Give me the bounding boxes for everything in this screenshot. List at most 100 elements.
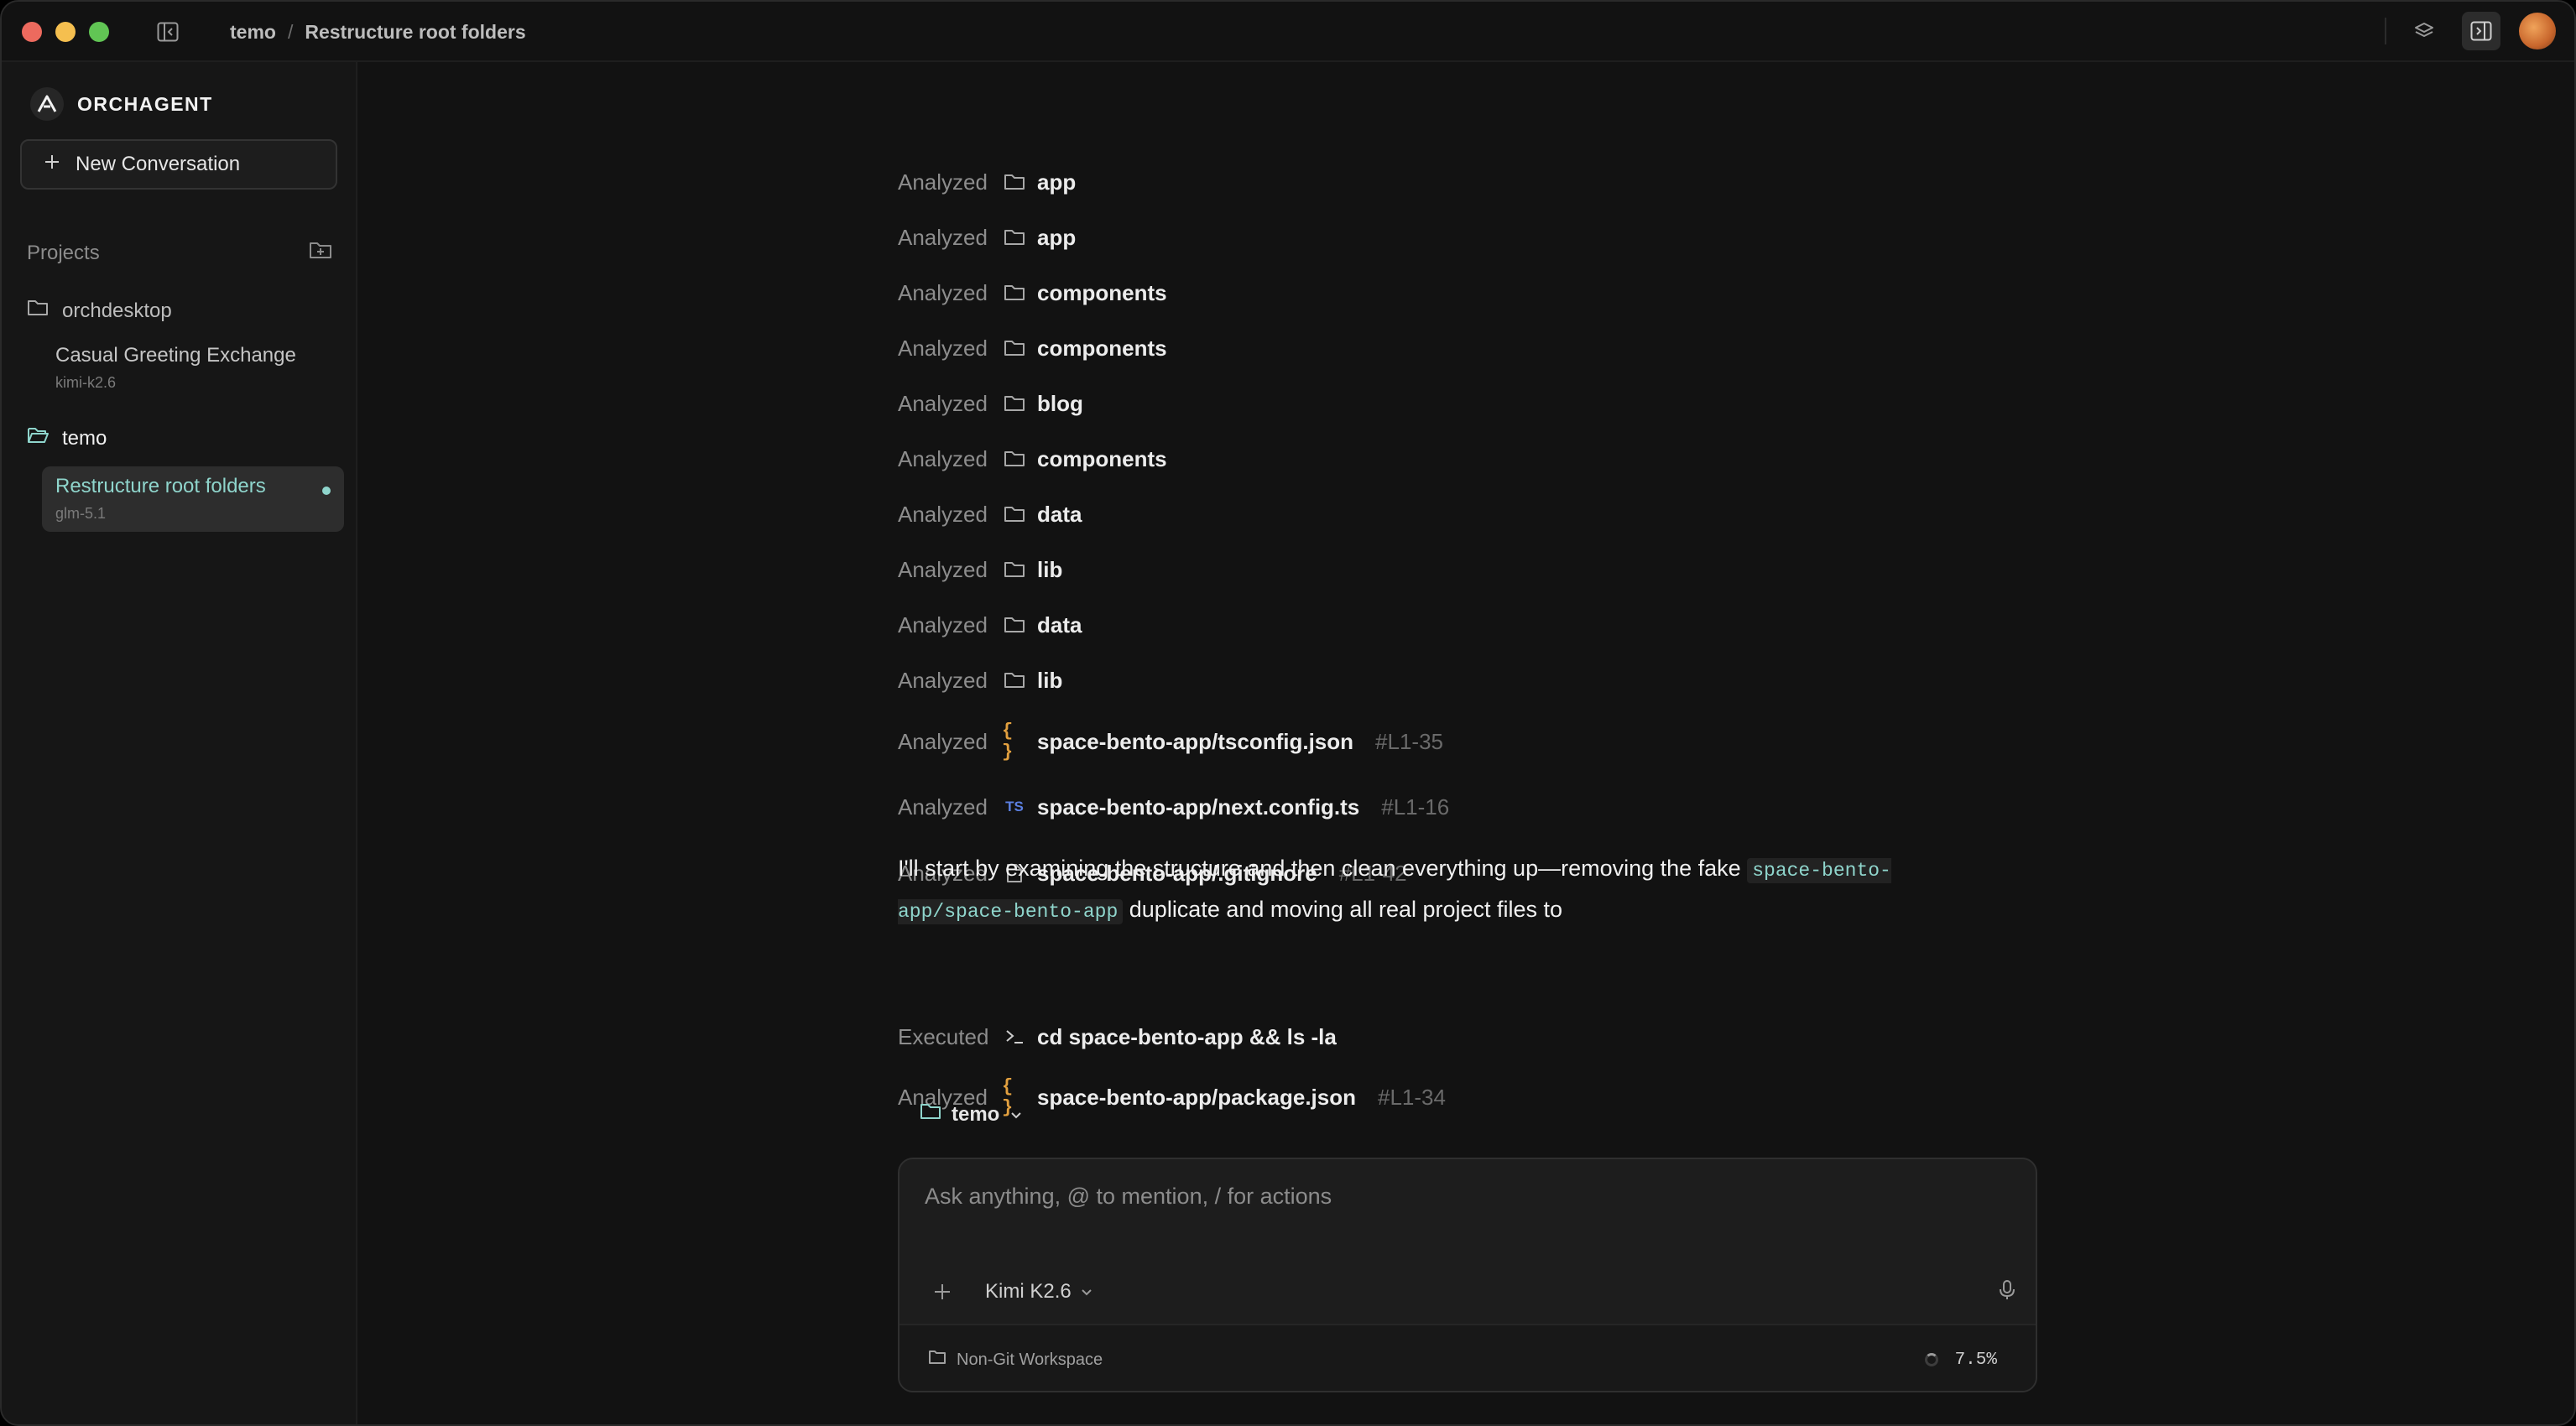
close-window-button[interactable] [22,22,42,42]
conversation-item[interactable]: Casual Greeting Exchange kimi-k2.6 [42,336,344,392]
folder-icon [1002,284,1027,302]
context-ring-icon [1924,1353,1938,1366]
activity-verb: Analyzed [898,612,988,638]
folder-icon [1002,339,1027,357]
context-usage-value: 7.5% [1954,1350,1997,1370]
project-orchdesktop[interactable]: orchdesktop [27,299,172,323]
divider [2385,18,2386,44]
activity-verb: Analyzed [898,390,988,416]
activity-row: Analyzed { } space-bento-app/tsconfig.json… [898,721,1443,762]
model-selector[interactable]: Kimi K2.6 [985,1280,1093,1304]
folder-icon [1002,560,1027,579]
activity-row: Analyzed components [898,334,1167,362]
activity-target[interactable]: cd space-bento-app && ls -la [1037,1024,1337,1050]
composer-footer: Non-Git Workspace 7.5% [900,1324,2036,1391]
workspace-folder-selector[interactable]: temo [920,1102,1023,1127]
line-range: #L1-16 [1381,794,1450,820]
sidebar: ORCHAGENT New Conversation Projects orch… [2,62,357,1424]
activity-row: Analyzed lib [898,666,1062,695]
activity-target[interactable]: lib [1037,557,1062,583]
message-input[interactable] [925,1176,1932,1216]
activity-row: Analyzed blog [898,389,1083,418]
activity-row: Analyzed components [898,278,1167,307]
attach-plus-icon[interactable] [933,1277,967,1308]
maximize-window-button[interactable] [89,22,109,42]
breadcrumb-separator: / [287,20,294,43]
folder-icon [27,299,49,323]
folder-icon [1002,671,1027,690]
line-range: #L1-34 [1377,1084,1446,1110]
activity-target[interactable]: lib [1037,668,1062,694]
title-bar: temo / Restructure root folders [2,2,2574,62]
typescript-icon: TS [1005,799,1024,814]
running-indicator [322,487,331,495]
activity-verb: Analyzed [898,169,988,195]
folder-icon [920,1102,941,1127]
project-name: temo [62,426,107,450]
terminal-icon [1002,1028,1027,1046]
activity-target[interactable]: components [1037,446,1167,472]
activity-target[interactable]: space-bento-app/next.config.ts [1037,794,1359,820]
activity-verb: Analyzed [898,667,988,693]
activity-row: Analyzed app [898,168,1076,196]
avatar[interactable] [2519,13,2556,49]
activity-row: Executed cd space-bento-app && ls -la [898,1023,1337,1051]
activity-verb: Analyzed [898,279,988,305]
brand: ORCHAGENT [30,87,213,121]
activity-target[interactable]: app [1037,169,1076,195]
project-temo[interactable]: temo [27,426,107,450]
conversation-item-active[interactable]: Restructure root folders glm-5.1 [42,466,344,532]
folder-icon [1002,394,1027,413]
activity-row: Analyzed data [898,611,1082,639]
model-name: Kimi K2.6 [985,1280,1072,1303]
activity-target[interactable]: components [1037,336,1167,362]
activity-verb: Analyzed [898,224,988,250]
activity-row: Analyzed lib [898,555,1062,584]
microphone-icon[interactable] [1999,1279,2015,1305]
plus-icon [44,153,60,176]
activity-target[interactable]: space-bento-app/package.json [1037,1085,1356,1111]
activity-verb: Analyzed [898,445,988,471]
activity-verb: Analyzed [898,556,988,582]
activity-target[interactable]: data [1037,502,1082,528]
json-icon: { } [1002,721,1014,762]
line-range: #L1-35 [1375,728,1443,754]
conversation-title: Casual Greeting Exchange [55,344,296,367]
app-window: temo / Restructure root folders ORCHAGEN… [0,0,2576,1426]
activity-verb: Analyzed [898,794,988,820]
title-bar-actions [2385,12,2556,50]
activity-target[interactable]: blog [1037,391,1083,417]
minimize-window-button[interactable] [55,22,76,42]
right-panel-toggle-icon[interactable] [2462,12,2500,50]
new-conversation-button[interactable]: New Conversation [20,139,337,190]
conversation-model: glm-5.1 [55,505,107,522]
activity-target[interactable]: space-bento-app/tsconfig.json [1037,729,1353,755]
breadcrumb-project[interactable]: temo [230,21,276,44]
context-usage: 7.5% [1924,1350,1997,1370]
activity-row: Analyzed TS space-bento-app/next.config.ts… [898,793,1449,821]
activity-row: Analyzed app [898,223,1076,252]
folder-icon [928,1350,946,1370]
activity-row: Analyzed data [898,500,1082,528]
layers-icon[interactable] [2405,12,2443,50]
folder-icon [1002,505,1027,523]
breadcrumb-title: Restructure root folders [305,20,526,43]
conversation-model: kimi-k2.6 [55,374,117,391]
projects-header: Projects [27,240,332,266]
activity-verb: Analyzed [898,501,988,527]
message-text-before: I'll start by examining the structure an… [898,856,1741,881]
composer: Kimi K2.6 Non-Git Workspace [898,1158,2037,1392]
new-conversation-label: New Conversation [76,153,241,175]
folder-icon [1002,616,1027,634]
add-project-folder-icon[interactable] [309,240,332,266]
activity-target[interactable]: components [1037,280,1167,306]
folder-open-icon [27,426,49,450]
activity-target[interactable]: app [1037,225,1076,251]
activity-verb: Analyzed [898,335,988,361]
brand-name: ORCHAGENT [77,92,213,115]
activity-target[interactable]: data [1037,612,1082,638]
sidebar-toggle-icon[interactable] [154,18,181,45]
composer-tools: Kimi K2.6 [933,1277,2015,1307]
breadcrumb: temo / Restructure root folders [230,2,526,62]
folder-icon [1002,173,1027,191]
